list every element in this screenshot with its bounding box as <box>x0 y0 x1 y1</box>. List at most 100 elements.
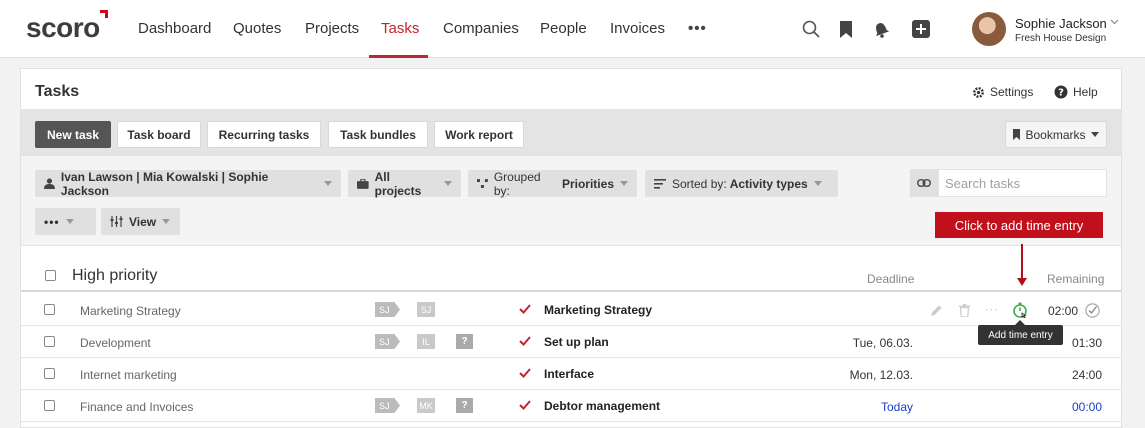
people-filter-label: Ivan Lawson | Mia Kowalski | Sophie Jack… <box>60 169 269 198</box>
row-project[interactable]: Internet marketing <box>80 368 177 382</box>
scoro-logo[interactable]: scoro <box>26 12 100 44</box>
projects-filter[interactable]: All projects <box>348 170 461 198</box>
unknown-user-tag: ? <box>456 398 473 413</box>
sort-by-value: Activity types <box>729 176 808 191</box>
nav-projects[interactable]: Projects <box>305 20 359 37</box>
bookmark-icon <box>1013 129 1021 140</box>
priority-group-header: High priority Deadline Remaining <box>21 261 1121 292</box>
deadline-date: Tue, 06.03. <box>852 336 913 350</box>
responsible-tag: MK <box>417 398 435 413</box>
checkmark-icon <box>519 400 531 410</box>
nav-companies[interactable]: Companies <box>443 20 519 37</box>
briefcase-icon <box>357 178 369 189</box>
bookmarks-label: Bookmarks <box>1025 127 1086 142</box>
people-filter[interactable]: Ivan Lawson | Mia Kowalski | Sophie Jack… <box>35 169 341 198</box>
search-tasks-input[interactable] <box>938 169 1107 197</box>
group-by-prefix: Grouped by: <box>493 169 541 198</box>
delete-trash-icon[interactable] <box>956 302 972 318</box>
gear-icon <box>973 86 984 98</box>
top-navigation: scoro Dashboard Quotes Projects Tasks Co… <box>0 0 1145 58</box>
add-new-icon[interactable] <box>910 18 932 40</box>
more-options-label: ••• <box>44 214 60 229</box>
logo-accent-icon <box>100 10 108 18</box>
user-avatar[interactable] <box>972 12 1006 46</box>
task-name[interactable]: Marketing Strategy <box>544 303 652 317</box>
nav-people[interactable]: People <box>540 20 587 37</box>
row-project[interactable]: Finance and Invoices <box>80 400 193 414</box>
remaining-time: 01:30 <box>1071 336 1102 350</box>
notifications-bell-icon[interactable] <box>870 18 892 40</box>
row-project[interactable]: Development <box>80 336 151 350</box>
row-project[interactable]: Marketing Strategy <box>80 304 181 318</box>
row-checkbox[interactable] <box>44 336 55 347</box>
edit-pencil-icon[interactable] <box>928 302 944 318</box>
chevron-down-icon[interactable] <box>1110 17 1119 26</box>
complete-check-icon[interactable] <box>1084 302 1100 318</box>
caret-down-icon <box>162 219 171 224</box>
row-checkbox[interactable] <box>44 368 55 379</box>
deadline-column-header[interactable]: Deadline <box>867 272 914 286</box>
search-icon[interactable] <box>800 18 822 40</box>
caret-down-icon <box>1090 132 1099 137</box>
group-by-value: Priorities <box>561 176 614 191</box>
nav-active-indicator <box>369 55 428 58</box>
task-name[interactable]: Debtor management <box>544 399 660 413</box>
sort-by-filter[interactable]: Sorted by: Activity types <box>645 170 838 197</box>
tasks-panel: Tasks Settings ? Help New task Task boar… <box>20 68 1122 428</box>
help-icon: ? <box>1054 85 1068 99</box>
row-checkbox[interactable] <box>44 400 55 411</box>
task-row[interactable]: Development SJ IL ? Set up plan Tue, 06.… <box>21 326 1121 358</box>
bookmark-icon[interactable] <box>835 18 857 40</box>
remaining-time: 02:00 <box>1047 304 1078 318</box>
group-icon <box>477 178 488 188</box>
settings-label: Settings <box>990 85 1034 99</box>
assignee-tag: SJ <box>375 334 400 349</box>
task-name[interactable]: Interface <box>544 367 594 381</box>
checkmark-icon <box>519 336 531 346</box>
select-all-checkbox[interactable] <box>45 270 56 281</box>
nav-more-menu[interactable]: ••• <box>688 20 707 37</box>
caret-down-icon <box>813 181 822 186</box>
recurring-tasks-button[interactable]: Recurring tasks <box>207 121 321 148</box>
deadline-date: Today <box>880 400 913 414</box>
caret-down-icon <box>620 181 628 186</box>
new-task-button[interactable]: New task <box>35 121 111 148</box>
link-icon[interactable] <box>910 169 938 197</box>
more-options-dropdown[interactable]: ••• <box>35 208 96 235</box>
checkmark-icon <box>519 368 531 378</box>
more-actions-icon[interactable]: ··· <box>984 302 1000 318</box>
nav-quotes[interactable]: Quotes <box>233 20 281 37</box>
view-label: View <box>129 214 157 229</box>
responsible-tag: SJ <box>417 302 435 317</box>
task-row[interactable]: Finance and Invoices SJ MK ? Debtor mana… <box>21 390 1121 422</box>
row-checkbox[interactable] <box>44 304 55 315</box>
add-time-entry-icon[interactable] <box>1012 302 1028 318</box>
bookmarks-dropdown[interactable]: Bookmarks <box>1005 121 1107 148</box>
group-by-filter[interactable]: Grouped by: Priorities <box>468 169 637 198</box>
settings-link[interactable]: Settings <box>972 85 1033 99</box>
time-entry-callout: Click to add time entry <box>935 212 1103 238</box>
tasks-toolbar: New task Task board Recurring tasks Task… <box>21 109 1121 156</box>
task-board-button[interactable]: Task board <box>117 121 201 148</box>
sort-by-prefix: Sorted by: <box>672 176 727 191</box>
user-name[interactable]: Sophie Jackson <box>1015 16 1107 31</box>
page-title: Tasks <box>35 83 80 100</box>
nav-dashboard[interactable]: Dashboard <box>138 20 211 37</box>
caret-down-icon <box>324 181 332 186</box>
work-report-button[interactable]: Work report <box>434 121 524 148</box>
svg-text:?: ? <box>1058 88 1064 99</box>
nav-tasks[interactable]: Tasks <box>381 20 419 37</box>
caret-down-icon <box>65 219 74 224</box>
user-company: Fresh House Design <box>1015 33 1107 44</box>
task-name[interactable]: Set up plan <box>544 335 609 349</box>
help-link[interactable]: ? Help <box>1054 85 1098 99</box>
view-dropdown[interactable]: View <box>101 208 180 235</box>
remaining-time: 00:00 <box>1071 400 1102 414</box>
nav-invoices[interactable]: Invoices <box>610 20 665 37</box>
assignee-tag: SJ <box>375 302 400 317</box>
task-row[interactable]: Internet marketing Interface Mon, 12.03.… <box>21 358 1121 390</box>
task-bundles-button[interactable]: Task bundles <box>328 121 428 148</box>
remaining-column-header[interactable]: Remaining <box>1047 272 1104 286</box>
task-row[interactable]: Marketing Strategy SJ SJ Marketing Strat… <box>21 294 1121 326</box>
person-icon <box>44 178 55 189</box>
